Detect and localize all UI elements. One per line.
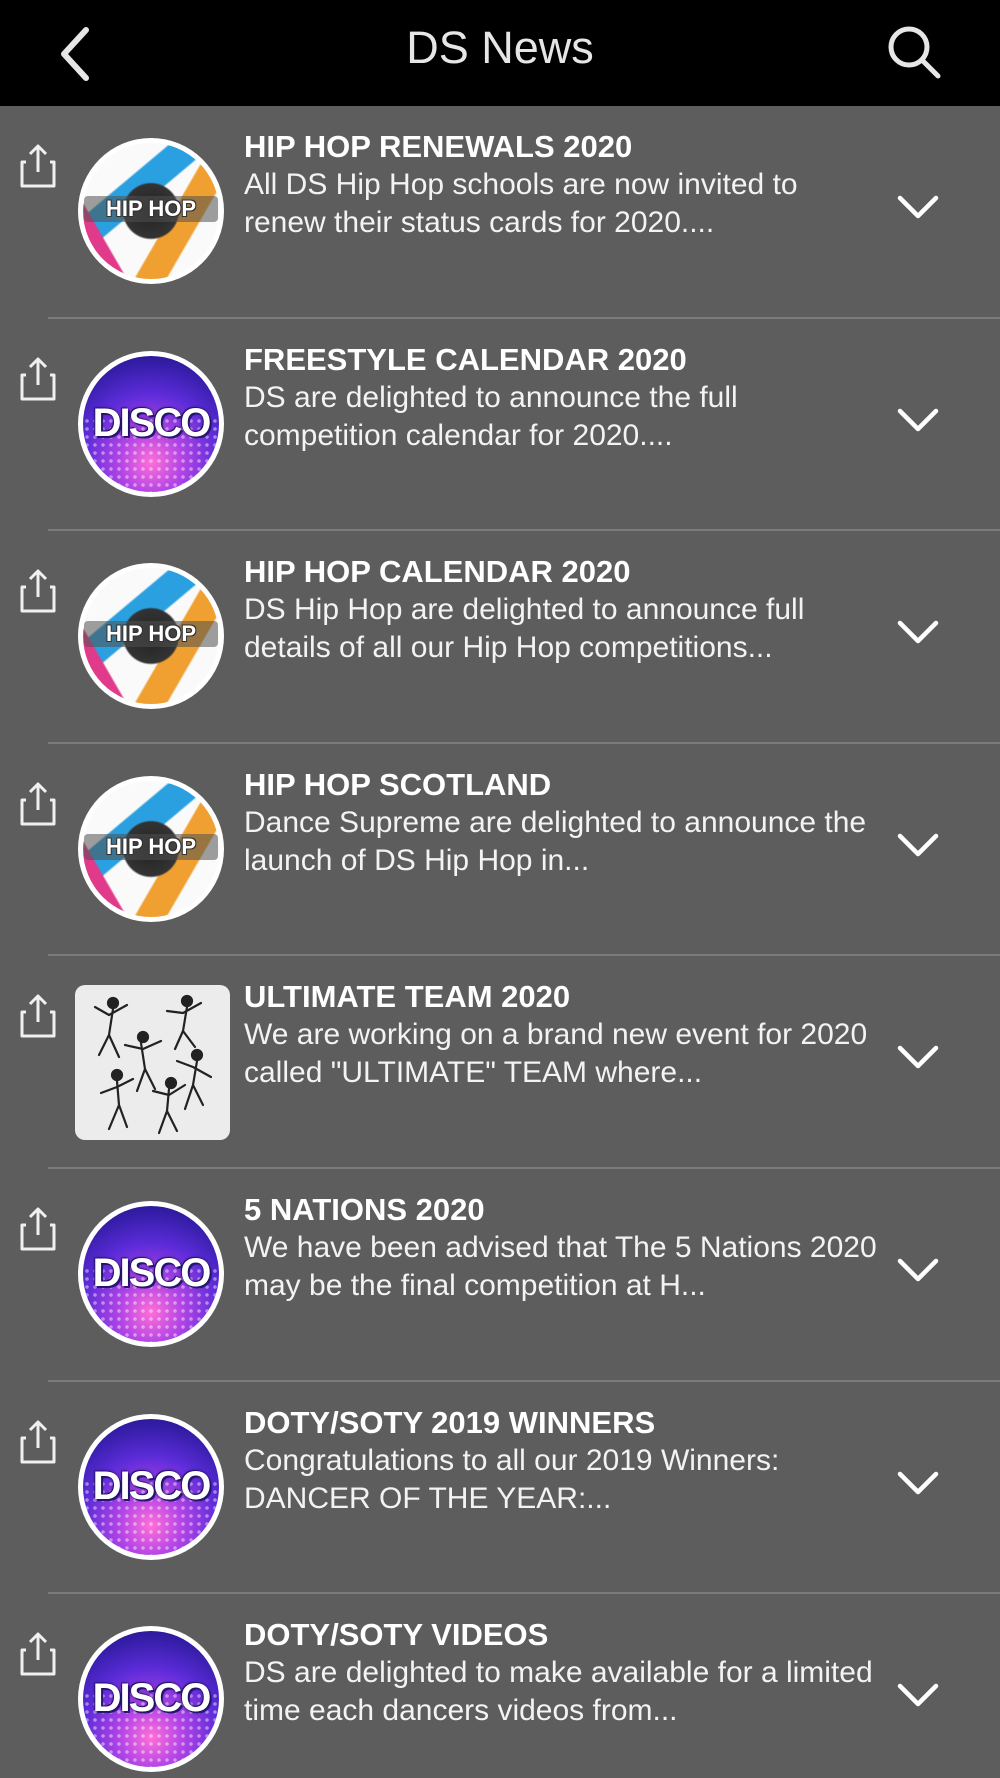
thumbnail-label: DISCO	[92, 400, 212, 445]
news-thumbnail: DISCO	[78, 1413, 224, 1560]
news-item[interactable]: HIP HOP HIP HOP RENEWALS 2020 All DS Hip H…	[0, 106, 1000, 319]
news-text: DOTY/SOTY 2019 WINNERS Congratulations to…	[244, 1404, 884, 1518]
share-icon[interactable]	[18, 1630, 58, 1678]
news-title: HIP HOP RENEWALS 2020	[244, 129, 633, 164]
chevron-down-icon[interactable]	[896, 1255, 940, 1287]
news-item[interactable]: HIP HOP HIP HOP SCOTLAND Dance Supreme are…	[0, 744, 1000, 957]
news-description: Dance Supreme are delighted to announce …	[244, 805, 867, 877]
news-text: 5 NATIONS 2020 We have been advised that …	[244, 1191, 884, 1305]
thumbnail-label: DISCO	[92, 1250, 212, 1295]
chevron-down-icon[interactable]	[896, 617, 940, 649]
news-text: HIP HOP SCOTLAND Dance Supreme are deligh…	[244, 766, 884, 880]
thumbnail-label: HIP HOP	[84, 833, 218, 860]
news-text: ULTIMATE TEAM 2020 We are working on a br…	[244, 978, 884, 1092]
top-navigation-bar: DS News	[0, 0, 1000, 106]
share-icon[interactable]	[18, 567, 58, 615]
share-icon[interactable]	[18, 1418, 58, 1466]
news-title: HIP HOP CALENDAR 2020	[244, 554, 631, 590]
news-thumbnail: HIP HOP	[78, 775, 224, 922]
chevron-down-icon[interactable]	[896, 1468, 940, 1500]
news-thumbnail	[75, 985, 230, 1141]
news-thumbnail: HIP HOP	[78, 138, 224, 284]
news-text: DOTY/SOTY VIDEOS DS are delighted to make…	[244, 1616, 884, 1730]
chevron-down-icon[interactable]	[896, 1680, 940, 1712]
chevron-down-icon[interactable]	[896, 405, 940, 437]
news-title: ULTIMATE TEAM 2020	[244, 979, 571, 1015]
news-title: FREESTYLE CALENDAR 2020	[244, 341, 687, 377]
news-item[interactable]: DISCO DOTY/SOTY VIDEOS DS are delighted to…	[0, 1594, 1000, 1778]
thumbnail-label: HIP HOP	[84, 621, 218, 648]
news-item[interactable]: HIP HOP HIP HOP CALENDAR 2020 DS Hip Hop a…	[0, 531, 1000, 744]
news-item[interactable]: DISCO 5 NATIONS 2020 We have been advised …	[0, 1169, 1000, 1382]
news-thumbnail: DISCO	[78, 1200, 224, 1347]
news-description: DS are delighted to make available for a…	[244, 1656, 873, 1728]
share-icon[interactable]	[18, 992, 58, 1040]
news-thumbnail: HIP HOP	[78, 563, 224, 710]
news-item[interactable]: DISCO FREESTYLE CALENDAR 2020 DS are delig…	[0, 319, 1000, 532]
news-description: We are working on a brand new event for …	[244, 1018, 868, 1090]
chevron-down-icon[interactable]	[896, 1042, 940, 1074]
chevron-down-icon[interactable]	[896, 192, 940, 224]
news-description: Congratulations to all our 2019 Winners:…	[244, 1443, 780, 1515]
share-icon[interactable]	[18, 142, 58, 190]
news-title: DOTY/SOTY 2019 WINNERS	[244, 1404, 656, 1440]
search-icon[interactable]	[884, 22, 944, 82]
news-description: DS are delighted to announce the full co…	[244, 380, 738, 452]
news-description: We have been advised that The 5 Nations …	[244, 1230, 877, 1302]
news-title: 5 NATIONS 2020	[244, 1191, 485, 1227]
share-icon[interactable]	[18, 780, 58, 828]
news-thumbnail: DISCO	[78, 350, 224, 497]
thumbnail-label: HIP HOP	[84, 196, 218, 222]
dancers-image-icon	[75, 995, 230, 1140]
news-text: HIP HOP RENEWALS 2020 All DS Hip Hop scho…	[244, 128, 884, 242]
chevron-down-icon[interactable]	[896, 830, 940, 862]
news-thumbnail: DISCO	[78, 1626, 224, 1773]
thumbnail-label: DISCO	[92, 1463, 212, 1508]
news-item[interactable]: ULTIMATE TEAM 2020 We are working on a br…	[0, 956, 1000, 1169]
news-text: HIP HOP CALENDAR 2020 DS Hip Hop are deli…	[244, 553, 884, 667]
news-description: All DS Hip Hop schools are now invited t…	[244, 168, 798, 239]
page-title: DS News	[406, 22, 594, 73]
share-icon[interactable]	[18, 1205, 58, 1253]
news-title: HIP HOP SCOTLAND	[244, 766, 552, 802]
thumbnail-label: DISCO	[92, 1676, 212, 1721]
news-title: DOTY/SOTY VIDEOS	[244, 1617, 549, 1653]
news-list: HIP HOP HIP HOP RENEWALS 2020 All DS Hip H…	[0, 106, 1000, 1778]
news-item[interactable]: DISCO DOTY/SOTY 2019 WINNERS Congratulatio…	[0, 1382, 1000, 1595]
news-description: DS Hip Hop are delighted to announce ful…	[244, 593, 805, 665]
share-icon[interactable]	[18, 355, 58, 403]
news-text: FREESTYLE CALENDAR 2020 DS are delighted …	[244, 341, 884, 455]
